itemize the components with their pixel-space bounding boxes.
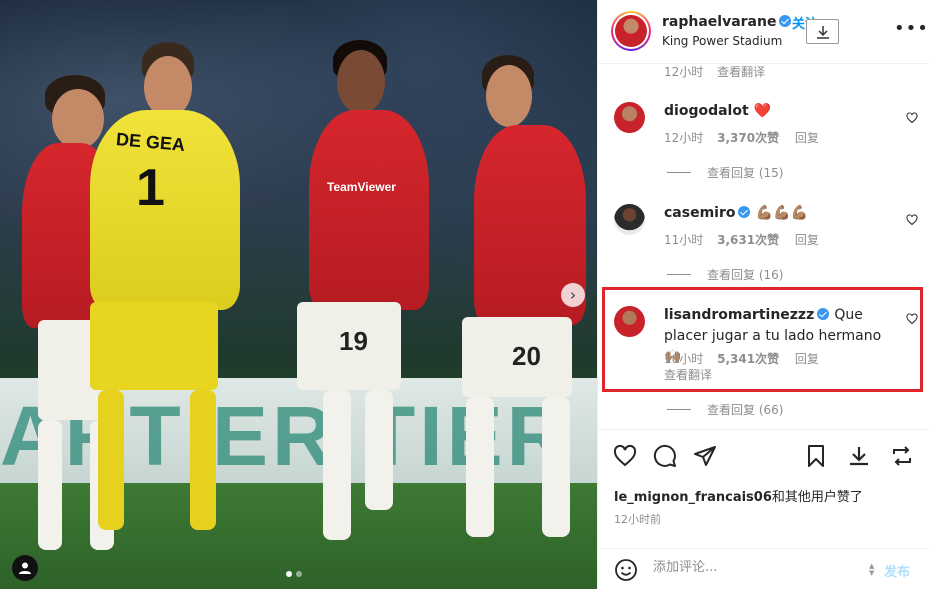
- player-de-gea: DE GEA 1: [60, 40, 280, 560]
- post-actions: le_mignon_francais06和其他用户赞了 12小时前 ▲▼ 发布: [598, 429, 929, 589]
- comment-meta-partial: 12小时 查看翻译: [664, 65, 766, 79]
- verified-badge-icon: [779, 15, 792, 27]
- author-avatar[interactable]: [611, 11, 651, 51]
- carousel-dot: [296, 571, 302, 577]
- highlight-box: [602, 287, 923, 392]
- shorts-number: 19: [339, 326, 368, 356]
- verified-badge-icon: [738, 206, 751, 218]
- reply-button[interactable]: 回复: [795, 131, 819, 145]
- share-button[interactable]: [693, 444, 719, 470]
- like-button[interactable]: [613, 444, 639, 470]
- liked-by-username[interactable]: le_mignon_francais06: [614, 490, 772, 505]
- heart-icon: [613, 444, 637, 467]
- comment-text: 💪🏽💪🏽💪🏽: [755, 205, 808, 221]
- post-header: raphaelvarane 关注 King Power Stadium •••: [598, 0, 929, 64]
- view-replies-button[interactable]: 查看回复 (66): [667, 401, 783, 418]
- shorts-number-20: 20: [512, 341, 541, 371]
- post-side-panel: raphaelvarane 关注 King Power Stadium ••• …: [597, 0, 929, 589]
- comment-username[interactable]: diogodalot: [664, 103, 749, 119]
- comment-likes[interactable]: 3,631次赞: [717, 233, 779, 247]
- sponsor-text: TeamViewer: [327, 180, 396, 194]
- repost-icon: [893, 446, 911, 466]
- chevron-right-icon: ›: [570, 286, 576, 304]
- player-varane: TeamViewer 19: [285, 40, 445, 560]
- comment-username[interactable]: casemiro: [664, 205, 735, 221]
- next-photo-button[interactable]: ›: [561, 283, 585, 307]
- add-comment-bar: ▲▼ 发布: [598, 548, 929, 589]
- post-comment-button[interactable]: 发布: [884, 561, 910, 580]
- comment-meta: 12小时 3,370次赞 回复: [664, 131, 819, 145]
- comment-input[interactable]: [653, 560, 863, 575]
- tagged-users-button[interactable]: [12, 555, 38, 581]
- like-comment-heart-icon[interactable]: [906, 214, 918, 226]
- commenter-avatar[interactable]: [614, 204, 645, 235]
- commenter-avatar[interactable]: [614, 102, 645, 133]
- emoji-icon[interactable]: [614, 558, 638, 582]
- comment-meta: 11小时 3,631次赞 回复: [664, 233, 819, 247]
- download-icon: [850, 447, 868, 466]
- post-timestamp: 12小时前: [614, 513, 661, 526]
- download-icon: [816, 25, 829, 39]
- author-username[interactable]: raphaelvarane: [662, 14, 792, 30]
- like-comment-heart-icon[interactable]: [906, 112, 918, 124]
- comment-likes[interactable]: 3,370次赞: [717, 131, 779, 145]
- player-dalot: 20: [430, 55, 597, 560]
- translate-link[interactable]: 查看翻译: [717, 65, 765, 79]
- resize-stepper[interactable]: ▲ ▼: [869, 563, 879, 577]
- bookmark-icon: [808, 445, 824, 467]
- save-button[interactable]: [804, 444, 830, 470]
- paper-plane-icon: [694, 446, 716, 466]
- carousel-indicator: [286, 571, 302, 577]
- download-media-button[interactable]: [847, 444, 873, 470]
- comment-bubble-icon: [653, 444, 676, 467]
- carousel-dot-active: [286, 571, 292, 577]
- likes-summary: le_mignon_francais06和其他用户赞了: [614, 490, 863, 505]
- comments-list[interactable]: 12小时 查看翻译 diogodalot ❤️ 12小时 3,370次赞 回复 …: [598, 64, 929, 429]
- reply-button[interactable]: 回复: [795, 233, 819, 247]
- repost-button[interactable]: [890, 444, 916, 470]
- person-icon: [19, 562, 31, 574]
- download-button[interactable]: [806, 19, 839, 44]
- post-photo[interactable]: ARTIER TIER DE GEA 1 TeamViewer 19 20 ›: [0, 0, 597, 589]
- view-replies-button[interactable]: 查看回复 (16): [667, 266, 783, 283]
- view-replies-button[interactable]: 查看回复 (15): [667, 164, 783, 181]
- shirt-number: 1: [136, 159, 165, 217]
- post-location[interactable]: King Power Stadium: [662, 34, 782, 48]
- more-options-icon[interactable]: •••: [894, 20, 929, 38]
- comment-text: ❤️: [753, 103, 772, 119]
- comment-button[interactable]: [653, 444, 679, 470]
